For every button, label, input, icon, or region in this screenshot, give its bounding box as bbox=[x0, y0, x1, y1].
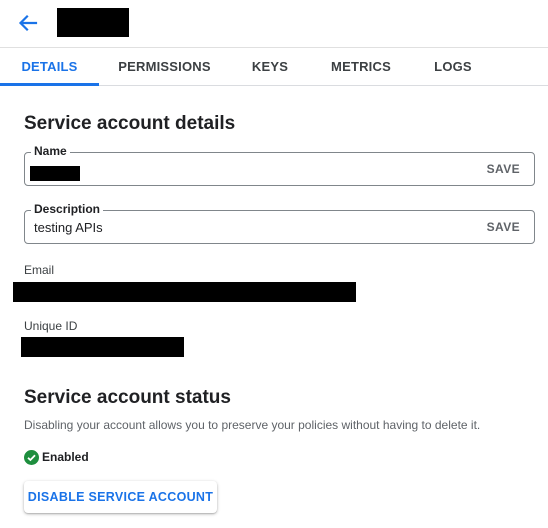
tab-logs[interactable]: LOGS bbox=[421, 48, 485, 85]
description-value[interactable]: testing APIs bbox=[34, 220, 103, 235]
name-field[interactable]: Name SAVE bbox=[24, 144, 535, 186]
redacted-unique-id-value bbox=[21, 337, 184, 357]
tab-permissions[interactable]: PERMISSIONS bbox=[109, 48, 220, 85]
status-indicator: Enabled bbox=[24, 449, 89, 465]
tab-bar: DETAILS PERMISSIONS KEYS METRICS LOGS bbox=[0, 47, 548, 86]
tab-details[interactable]: DETAILS bbox=[0, 48, 99, 86]
email-label: Email bbox=[24, 263, 55, 277]
name-save-button[interactable]: SAVE bbox=[487, 162, 520, 176]
status-text: Enabled bbox=[42, 450, 89, 464]
details-heading: Service account details bbox=[24, 113, 236, 134]
check-circle-icon bbox=[24, 449, 39, 465]
redacted-email-value bbox=[13, 282, 356, 302]
disable-service-account-button[interactable]: DISABLE SERVICE ACCOUNT bbox=[24, 481, 217, 513]
status-description: Disabling your account allows you to pre… bbox=[24, 418, 481, 432]
status-heading: Service account status bbox=[24, 387, 231, 408]
back-button[interactable] bbox=[14, 10, 42, 36]
description-field[interactable]: Description testing APIs SAVE bbox=[24, 202, 535, 244]
description-field-label: Description bbox=[31, 202, 104, 216]
redacted-name-value bbox=[30, 166, 80, 181]
arrow-back-icon[interactable] bbox=[14, 10, 42, 36]
tab-metrics[interactable]: METRICS bbox=[320, 48, 402, 85]
tab-keys[interactable]: KEYS bbox=[239, 48, 301, 85]
top-bar bbox=[0, 0, 548, 46]
description-save-button[interactable]: SAVE bbox=[487, 220, 520, 234]
redacted-page-title bbox=[57, 8, 129, 37]
unique-id-label: Unique ID bbox=[24, 319, 78, 333]
name-field-label: Name bbox=[31, 144, 70, 158]
